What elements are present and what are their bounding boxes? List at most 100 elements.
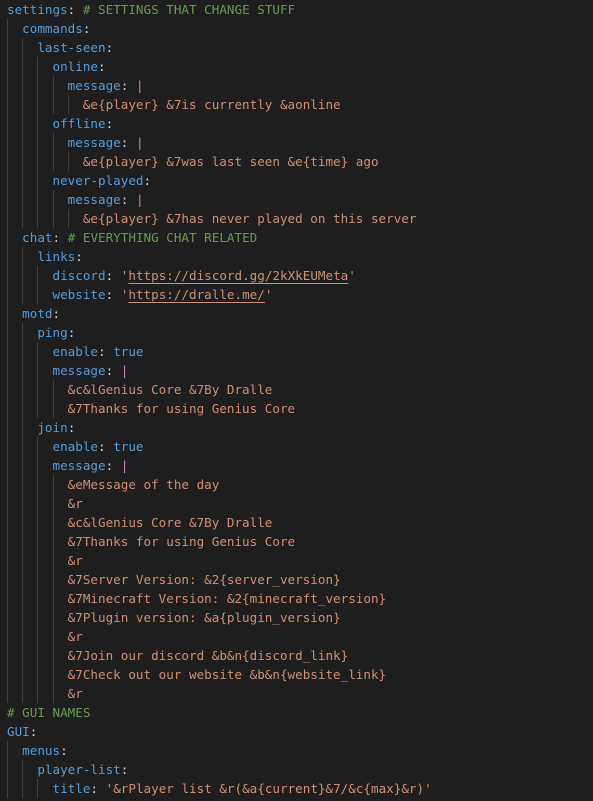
indent-guide: [52, 646, 54, 665]
indent-guide: [52, 209, 54, 228]
indent-guide: [52, 76, 54, 95]
code-line[interactable]: chat: # EVERYTHING CHAT RELATED: [0, 228, 593, 247]
indent-guide: [22, 513, 24, 532]
code-line[interactable]: &c&lGenius Core &7By Dralle: [0, 513, 593, 532]
indent-guide: [22, 95, 24, 114]
yaml-key: chat: [22, 230, 53, 245]
code-line[interactable]: &7Check out our website &b&n{website_lin…: [0, 665, 593, 684]
indent-guide: [7, 741, 8, 760]
code-line[interactable]: &7Join our discord &b&n{discord_link}: [0, 646, 593, 665]
colon: :: [98, 59, 106, 74]
indent-guide: [7, 475, 8, 494]
indent-guide: [22, 342, 24, 361]
code-line[interactable]: GUI:: [0, 722, 593, 741]
indent-guide: [7, 513, 8, 532]
code-line[interactable]: &r: [0, 684, 593, 703]
code-line[interactable]: commands:: [0, 19, 593, 38]
yaml-key: website: [52, 287, 106, 302]
indent-guide: [22, 361, 24, 380]
code-line[interactable]: &7Server Version: &2{server_version}: [0, 570, 593, 589]
indent-guide: [7, 437, 8, 456]
indent-guide: [22, 684, 24, 703]
yaml-key: message: [52, 363, 106, 378]
code-line[interactable]: &r: [0, 627, 593, 646]
code-line[interactable]: &7Thanks for using Genius Core: [0, 399, 593, 418]
code-line[interactable]: last-seen:: [0, 38, 593, 57]
indent-guide: [37, 171, 39, 190]
code-line[interactable]: &r: [0, 494, 593, 513]
indent-guide: [67, 209, 69, 228]
block-indicator: |: [135, 78, 144, 93]
code-line[interactable]: links:: [0, 247, 593, 266]
yaml-comment: # EVERYTHING CHAT RELATED: [67, 230, 258, 245]
colon: :: [67, 420, 76, 435]
indent-guide: [22, 570, 24, 589]
yaml-key: settings: [7, 2, 68, 17]
code-line[interactable]: never-played:: [0, 171, 593, 190]
code-line[interactable]: &c&lGenius Core &7By Dralle: [0, 380, 593, 399]
block-text: &e{player} &7is currently &aonline: [82, 97, 341, 112]
code-line[interactable]: &e{player} &7was last seen &e{time} ago: [0, 152, 593, 171]
code-line[interactable]: menus:: [0, 741, 593, 760]
indent-guide: [22, 247, 24, 266]
indent-guide: [37, 608, 39, 627]
indent-guide: [7, 589, 8, 608]
code-line[interactable]: title: '&rPlayer list &r(&a{current}&7/&…: [0, 779, 593, 798]
code-line[interactable]: message: |: [0, 133, 593, 152]
indent-guide: [22, 38, 24, 57]
colon: :: [67, 2, 76, 17]
indent-guide: [22, 456, 24, 475]
code-editor[interactable]: settings: # SETTINGS THAT CHANGE STUFF c…: [0, 0, 593, 798]
indent-guide: [22, 190, 24, 209]
code-line[interactable]: &eMessage of the day: [0, 475, 593, 494]
code-line[interactable]: join:: [0, 418, 593, 437]
block-indicator: |: [135, 192, 144, 207]
block-text: &r: [67, 629, 83, 644]
colon: :: [98, 344, 106, 359]
code-line[interactable]: &7Thanks for using Genius Core: [0, 532, 593, 551]
indent-guide: [7, 760, 8, 779]
colon: :: [90, 781, 99, 796]
code-line[interactable]: settings: # SETTINGS THAT CHANGE STUFF: [0, 0, 593, 19]
code-line[interactable]: motd:: [0, 304, 593, 323]
yaml-key: join: [37, 420, 68, 435]
code-line[interactable]: enable: true: [0, 342, 593, 361]
code-line[interactable]: discord: 'https://discord.gg/2kXkEUMeta': [0, 266, 593, 285]
code-line[interactable]: online:: [0, 57, 593, 76]
yaml-key: enable: [52, 439, 99, 454]
indent-guide: [37, 494, 39, 513]
block-text: &c&lGenius Core &7By Dralle: [67, 382, 273, 397]
indent-guide: [22, 437, 24, 456]
code-line[interactable]: player-list:: [0, 760, 593, 779]
indent-guide: [7, 133, 8, 152]
indent-guide: [22, 114, 24, 133]
indent-guide: [7, 532, 8, 551]
code-line[interactable]: &e{player} &7is currently &aonline: [0, 95, 593, 114]
indent-guide: [37, 570, 39, 589]
indent-guide: [7, 608, 8, 627]
url-link: https://dralle.me/: [128, 287, 265, 302]
indent-guide: [7, 95, 8, 114]
code-line[interactable]: # GUI NAMES: [0, 703, 593, 722]
indent-guide: [52, 494, 54, 513]
indent-guide: [7, 551, 8, 570]
indent-guide: [7, 646, 8, 665]
code-line[interactable]: ping:: [0, 323, 593, 342]
yaml-comment: # SETTINGS THAT CHANGE STUFF: [82, 2, 296, 17]
code-line[interactable]: &r: [0, 551, 593, 570]
code-line[interactable]: &7Minecraft Version: &2{minecraft_versio…: [0, 589, 593, 608]
indent-guide: [37, 551, 39, 570]
colon: :: [120, 762, 129, 777]
indent-guide: [22, 589, 24, 608]
code-line[interactable]: message: |: [0, 190, 593, 209]
indent-guide: [7, 285, 8, 304]
code-line[interactable]: message: |: [0, 456, 593, 475]
indent-guide: [52, 608, 54, 627]
code-line[interactable]: &e{player} &7has never played on this se…: [0, 209, 593, 228]
code-line[interactable]: website: 'https://dralle.me/': [0, 285, 593, 304]
code-line[interactable]: message: |: [0, 76, 593, 95]
code-line[interactable]: message: |: [0, 361, 593, 380]
code-line[interactable]: offline:: [0, 114, 593, 133]
code-line[interactable]: &7Plugin version: &a{plugin_version}: [0, 608, 593, 627]
code-line[interactable]: enable: true: [0, 437, 593, 456]
